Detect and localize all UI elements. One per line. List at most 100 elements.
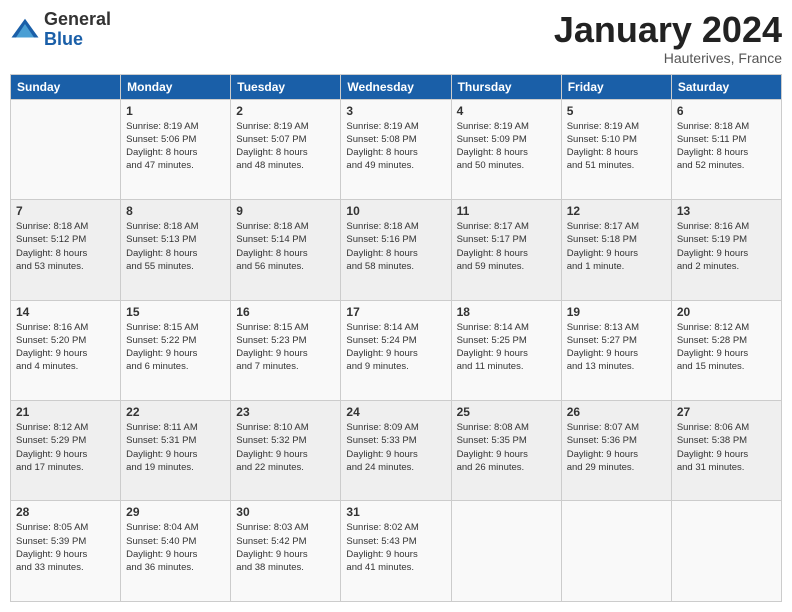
day-info: Sunrise: 8:18 AM Sunset: 5:13 PM Dayligh… <box>126 220 225 273</box>
day-number: 20 <box>677 305 776 319</box>
day-cell: 23 Sunrise: 8:10 AM Sunset: 5:32 PM Dayli… <box>231 401 341 501</box>
day-number: 7 <box>16 204 115 218</box>
day-cell: 5Sunrise: 8:19 AM Sunset: 5:10 PM Daylig… <box>561 99 671 199</box>
day-number: 30 <box>236 505 335 519</box>
logo-general: General <box>44 10 111 30</box>
day-info: Sunrise: 8:19 AM Sunset: 5:06 PM Dayligh… <box>126 120 225 173</box>
day-info: Sunrise: 8:16 AM Sunset: 5:20 PM Dayligh… <box>16 321 115 374</box>
col-header-monday: Monday <box>121 74 231 99</box>
day-info: Sunrise: 8:19 AM Sunset: 5:09 PM Dayligh… <box>457 120 556 173</box>
day-info: Sunrise: 8:18 AM Sunset: 5:11 PM Dayligh… <box>677 120 776 173</box>
calendar-title: January 2024 <box>554 10 782 50</box>
day-cell: 24 Sunrise: 8:09 AM Sunset: 5:33 PM Dayli… <box>341 401 451 501</box>
logo-text: General Blue <box>44 10 111 50</box>
day-cell: 11 Sunrise: 8:17 AM Sunset: 5:17 PM Dayli… <box>451 200 561 300</box>
day-cell: 2 Sunrise: 8:19 AM Sunset: 5:07 PM Daylig… <box>231 99 341 199</box>
day-cell: 17 Sunrise: 8:14 AM Sunset: 5:24 PM Dayli… <box>341 300 451 400</box>
day-info: Sunrise: 8:18 AM Sunset: 5:14 PM Dayligh… <box>236 220 335 273</box>
day-cell: 15Sunrise: 8:15 AM Sunset: 5:22 PM Dayli… <box>121 300 231 400</box>
day-info: Sunrise: 8:04 AM Sunset: 5:40 PM Dayligh… <box>126 521 225 574</box>
day-cell: 9 Sunrise: 8:18 AM Sunset: 5:14 PM Daylig… <box>231 200 341 300</box>
day-cell: 1Sunrise: 8:19 AM Sunset: 5:06 PM Daylig… <box>121 99 231 199</box>
day-number: 29 <box>126 505 225 519</box>
day-info: Sunrise: 8:09 AM Sunset: 5:33 PM Dayligh… <box>346 421 445 474</box>
day-number: 6 <box>677 104 776 118</box>
calendar-header: SundayMondayTuesdayWednesdayThursdayFrid… <box>11 74 782 99</box>
day-number: 15 <box>126 305 225 319</box>
day-number: 21 <box>16 405 115 419</box>
day-info: Sunrise: 8:08 AM Sunset: 5:35 PM Dayligh… <box>457 421 556 474</box>
week-row-4: 21 Sunrise: 8:12 AM Sunset: 5:29 PM Dayli… <box>11 401 782 501</box>
day-cell <box>671 501 781 602</box>
day-info: Sunrise: 8:12 AM Sunset: 5:28 PM Dayligh… <box>677 321 776 374</box>
day-info: Sunrise: 8:18 AM Sunset: 5:16 PM Dayligh… <box>346 220 445 273</box>
day-number: 12 <box>567 204 666 218</box>
day-number: 27 <box>677 405 776 419</box>
calendar-subtitle: Hauterives, France <box>554 50 782 66</box>
day-info: Sunrise: 8:19 AM Sunset: 5:08 PM Dayligh… <box>346 120 445 173</box>
day-number: 9 <box>236 204 335 218</box>
day-info: Sunrise: 8:15 AM Sunset: 5:23 PM Dayligh… <box>236 321 335 374</box>
day-number: 8 <box>126 204 225 218</box>
day-info: Sunrise: 8:12 AM Sunset: 5:29 PM Dayligh… <box>16 421 115 474</box>
day-cell: 14Sunrise: 8:16 AM Sunset: 5:20 PM Dayli… <box>11 300 121 400</box>
day-number: 11 <box>457 204 556 218</box>
day-number: 17 <box>346 305 445 319</box>
logo-blue: Blue <box>44 30 111 50</box>
col-header-sunday: Sunday <box>11 74 121 99</box>
week-row-2: 7 Sunrise: 8:18 AM Sunset: 5:12 PM Daylig… <box>11 200 782 300</box>
day-info: Sunrise: 8:03 AM Sunset: 5:42 PM Dayligh… <box>236 521 335 574</box>
col-header-thursday: Thursday <box>451 74 561 99</box>
week-row-1: 1Sunrise: 8:19 AM Sunset: 5:06 PM Daylig… <box>11 99 782 199</box>
day-cell: 30 Sunrise: 8:03 AM Sunset: 5:42 PM Dayli… <box>231 501 341 602</box>
col-header-tuesday: Tuesday <box>231 74 341 99</box>
page: General Blue January 2024 Hauterives, Fr… <box>0 0 792 612</box>
day-info: Sunrise: 8:14 AM Sunset: 5:25 PM Dayligh… <box>457 321 556 374</box>
day-cell <box>11 99 121 199</box>
day-number: 24 <box>346 405 445 419</box>
day-info: Sunrise: 8:05 AM Sunset: 5:39 PM Dayligh… <box>16 521 115 574</box>
day-info: Sunrise: 8:13 AM Sunset: 5:27 PM Dayligh… <box>567 321 666 374</box>
title-block: January 2024 Hauterives, France <box>554 10 782 66</box>
header-row: SundayMondayTuesdayWednesdayThursdayFrid… <box>11 74 782 99</box>
day-info: Sunrise: 8:19 AM Sunset: 5:07 PM Dayligh… <box>236 120 335 173</box>
day-cell: 18 Sunrise: 8:14 AM Sunset: 5:25 PM Dayli… <box>451 300 561 400</box>
week-row-5: 28Sunrise: 8:05 AM Sunset: 5:39 PM Dayli… <box>11 501 782 602</box>
day-cell: 26Sunrise: 8:07 AM Sunset: 5:36 PM Dayli… <box>561 401 671 501</box>
day-info: Sunrise: 8:10 AM Sunset: 5:32 PM Dayligh… <box>236 421 335 474</box>
day-info: Sunrise: 8:11 AM Sunset: 5:31 PM Dayligh… <box>126 421 225 474</box>
day-cell: 7 Sunrise: 8:18 AM Sunset: 5:12 PM Daylig… <box>11 200 121 300</box>
week-row-3: 14Sunrise: 8:16 AM Sunset: 5:20 PM Dayli… <box>11 300 782 400</box>
day-number: 5 <box>567 104 666 118</box>
day-cell: 12Sunrise: 8:17 AM Sunset: 5:18 PM Dayli… <box>561 200 671 300</box>
day-cell: 29 Sunrise: 8:04 AM Sunset: 5:40 PM Dayli… <box>121 501 231 602</box>
col-header-friday: Friday <box>561 74 671 99</box>
day-number: 4 <box>457 104 556 118</box>
day-info: Sunrise: 8:06 AM Sunset: 5:38 PM Dayligh… <box>677 421 776 474</box>
day-cell: 21 Sunrise: 8:12 AM Sunset: 5:29 PM Dayli… <box>11 401 121 501</box>
day-info: Sunrise: 8:17 AM Sunset: 5:17 PM Dayligh… <box>457 220 556 273</box>
day-cell: 27 Sunrise: 8:06 AM Sunset: 5:38 PM Dayli… <box>671 401 781 501</box>
col-header-wednesday: Wednesday <box>341 74 451 99</box>
day-cell: 25Sunrise: 8:08 AM Sunset: 5:35 PM Dayli… <box>451 401 561 501</box>
logo-icon <box>10 15 40 45</box>
day-number: 16 <box>236 305 335 319</box>
day-number: 2 <box>236 104 335 118</box>
day-number: 26 <box>567 405 666 419</box>
day-info: Sunrise: 8:14 AM Sunset: 5:24 PM Dayligh… <box>346 321 445 374</box>
logo: General Blue <box>10 10 111 50</box>
day-number: 18 <box>457 305 556 319</box>
col-header-saturday: Saturday <box>671 74 781 99</box>
day-info: Sunrise: 8:16 AM Sunset: 5:19 PM Dayligh… <box>677 220 776 273</box>
day-cell <box>561 501 671 602</box>
day-number: 23 <box>236 405 335 419</box>
day-cell: 4 Sunrise: 8:19 AM Sunset: 5:09 PM Daylig… <box>451 99 561 199</box>
day-cell: 20 Sunrise: 8:12 AM Sunset: 5:28 PM Dayli… <box>671 300 781 400</box>
day-cell <box>451 501 561 602</box>
day-cell: 19 Sunrise: 8:13 AM Sunset: 5:27 PM Dayli… <box>561 300 671 400</box>
day-number: 19 <box>567 305 666 319</box>
day-cell: 28Sunrise: 8:05 AM Sunset: 5:39 PM Dayli… <box>11 501 121 602</box>
day-cell: 10Sunrise: 8:18 AM Sunset: 5:16 PM Dayli… <box>341 200 451 300</box>
day-number: 22 <box>126 405 225 419</box>
day-info: Sunrise: 8:18 AM Sunset: 5:12 PM Dayligh… <box>16 220 115 273</box>
